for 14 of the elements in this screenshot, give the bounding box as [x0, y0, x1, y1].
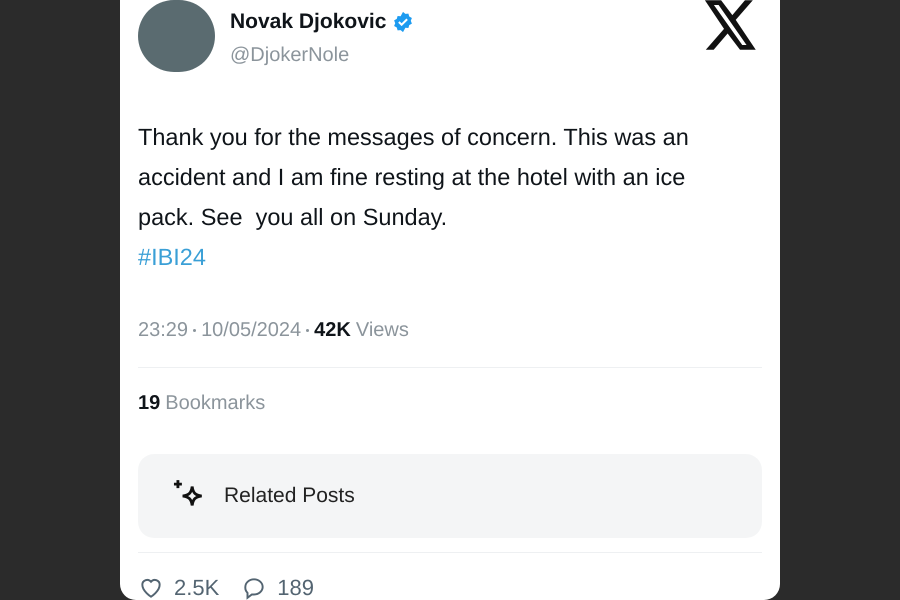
author-name: Novak Djokovic	[230, 9, 386, 35]
bookmarks-count: 19	[138, 391, 160, 416]
post-date: 10/05/2024	[201, 318, 302, 343]
post-time: 23:29	[138, 318, 188, 343]
bookmarks-label: Bookmarks	[165, 391, 266, 416]
views-label: Views	[356, 318, 409, 343]
related-posts-label: Related Posts	[224, 483, 355, 510]
x-logo-icon	[704, 0, 758, 50]
views-count: 42K	[314, 318, 351, 343]
related-posts-button[interactable]: Related Posts	[138, 454, 762, 538]
author-handle: @DjokerNole	[230, 42, 350, 68]
like-button[interactable]: 2.5K	[138, 571, 220, 600]
post-text: Thank you for the messages of concern. This was an accident and I am fine resting at the hotel with an ice pack. See you all on Sunday.	[138, 123, 690, 232]
reply-button[interactable]: 189	[241, 571, 314, 600]
